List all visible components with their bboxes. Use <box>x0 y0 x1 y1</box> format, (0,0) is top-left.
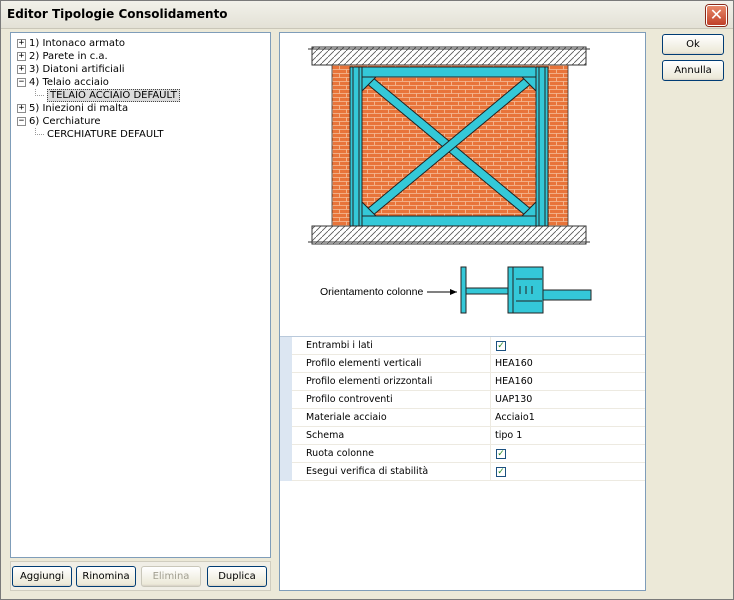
tree-connector <box>35 128 44 135</box>
tree-item-telaio-acciaio-default[interactable]: TELAIO ACCIAIO DEFAULT <box>35 89 180 102</box>
tree-item-telaio-acciaio[interactable]: − 4) Telaio acciaio <box>17 76 109 89</box>
tree-item-label[interactable]: 5) Iniezioni di malta <box>29 103 128 114</box>
add-button[interactable]: Aggiungi <box>12 566 72 587</box>
property-grid[interactable]: Entrambi i lati ✓ Profilo elementi verti… <box>280 336 645 590</box>
orientation-label: Orientamento colonne <box>320 286 423 298</box>
cancel-button[interactable]: Annulla <box>662 60 724 81</box>
property-name: Materiale acciaio <box>306 412 387 423</box>
expand-icon[interactable]: + <box>17 39 26 48</box>
row-gutter <box>280 391 292 409</box>
column-divider <box>490 427 491 445</box>
tree-connector <box>35 89 44 96</box>
row-gutter <box>280 355 292 373</box>
tree-item-label[interactable]: CERCHIATURE DEFAULT <box>47 129 163 140</box>
top-slab <box>311 46 587 66</box>
horizontal-profile-value[interactable]: HEA160 <box>495 376 533 387</box>
tree-item-iniezioni-di-malta[interactable]: + 5) Iniezioni di malta <box>17 102 128 115</box>
property-row[interactable]: Esegui verifica di stabilità ✓ <box>280 463 645 481</box>
window-title: Editor Tipologie Consolidamento <box>7 7 228 21</box>
title-bar: Editor Tipologie Consolidamento ✕ <box>1 1 733 29</box>
tree-item-label[interactable]: 3) Diatoni artificiali <box>29 64 125 75</box>
ok-button[interactable]: Ok <box>662 34 724 55</box>
close-icon[interactable]: ✕ <box>710 5 723 24</box>
tree-item-intonaco-armato[interactable]: + 1) Intonaco armato <box>17 37 125 50</box>
row-gutter <box>280 463 292 481</box>
duplicate-button[interactable]: Duplica <box>207 566 267 587</box>
tree-item-cerchiature-default[interactable]: CERCHIATURE DEFAULT <box>35 128 163 141</box>
close-button[interactable]: ✕ <box>706 5 727 26</box>
column-divider <box>490 409 491 427</box>
property-name: Profilo elementi orizzontali <box>306 376 433 387</box>
property-row[interactable]: Profilo elementi orizzontali HEA160 <box>280 373 645 391</box>
property-name: Ruota colonne <box>306 448 374 459</box>
column-divider <box>490 337 491 355</box>
editor-window: Editor Tipologie Consolidamento ✕ + 1) I… <box>0 0 734 600</box>
property-name: Profilo controventi <box>306 394 393 405</box>
typology-tree[interactable]: + 1) Intonaco armato + 2) Parete in c.a.… <box>10 32 271 558</box>
collapse-icon[interactable]: − <box>17 117 26 126</box>
property-name: Esegui verifica di stabilità <box>306 466 429 477</box>
expand-icon[interactable]: + <box>17 104 26 113</box>
tree-item-diatoni-artificiali[interactable]: + 3) Diatoni artificiali <box>17 63 125 76</box>
scheme-value[interactable]: tipo 1 <box>495 430 522 441</box>
tree-item-parete-ca[interactable]: + 2) Parete in c.a. <box>17 50 108 63</box>
column-divider <box>490 391 491 409</box>
stability-check-checkbox[interactable]: ✓ <box>496 467 506 477</box>
delete-button: Elimina <box>141 566 201 587</box>
bracing-profile-value[interactable]: UAP130 <box>495 394 532 405</box>
tree-item-label[interactable]: 6) Cerchiature <box>29 116 101 127</box>
column-divider <box>490 355 491 373</box>
row-gutter <box>280 427 292 445</box>
column-divider <box>490 463 491 481</box>
column-divider <box>490 373 491 391</box>
expand-icon[interactable]: + <box>17 52 26 61</box>
steel-material-value[interactable]: Acciaio1 <box>495 412 535 423</box>
row-gutter <box>280 409 292 427</box>
vertical-profile-value[interactable]: HEA160 <box>495 358 533 369</box>
property-row[interactable]: Schema tipo 1 <box>280 427 645 445</box>
column-section-icon <box>460 266 592 314</box>
rotate-columns-checkbox[interactable]: ✓ <box>496 449 506 459</box>
row-gutter <box>280 373 292 391</box>
property-row[interactable]: Ruota colonne ✓ <box>280 445 645 463</box>
row-gutter <box>280 337 292 355</box>
row-gutter <box>280 445 292 463</box>
bottom-slab <box>311 225 587 245</box>
property-row[interactable]: Materiale acciaio Acciaio1 <box>280 409 645 427</box>
property-name: Schema <box>306 430 345 441</box>
both-sides-checkbox[interactable]: ✓ <box>496 341 506 351</box>
property-name: Profilo elementi verticali <box>306 358 422 369</box>
expand-icon[interactable]: + <box>17 65 26 74</box>
property-name: Entrambi i lati <box>306 340 373 351</box>
tree-item-label[interactable]: TELAIO ACCIAIO DEFAULT <box>47 89 180 102</box>
tree-item-label[interactable]: 2) Parete in c.a. <box>29 51 108 62</box>
property-row[interactable]: Entrambi i lati ✓ <box>280 337 645 355</box>
column-divider <box>490 445 491 463</box>
steel-frame-drawing: Orientamento colonne <box>308 46 592 314</box>
tree-item-label[interactable]: 4) Telaio acciaio <box>29 77 109 88</box>
property-row[interactable]: Profilo controventi UAP130 <box>280 391 645 409</box>
tree-item-label[interactable]: 1) Intonaco armato <box>29 38 125 49</box>
rename-button[interactable]: Rinomina <box>76 566 136 587</box>
property-row[interactable]: Profilo elementi verticali HEA160 <box>280 355 645 373</box>
tree-item-cerchiature[interactable]: − 6) Cerchiature <box>17 115 101 128</box>
collapse-icon[interactable]: − <box>17 78 26 87</box>
